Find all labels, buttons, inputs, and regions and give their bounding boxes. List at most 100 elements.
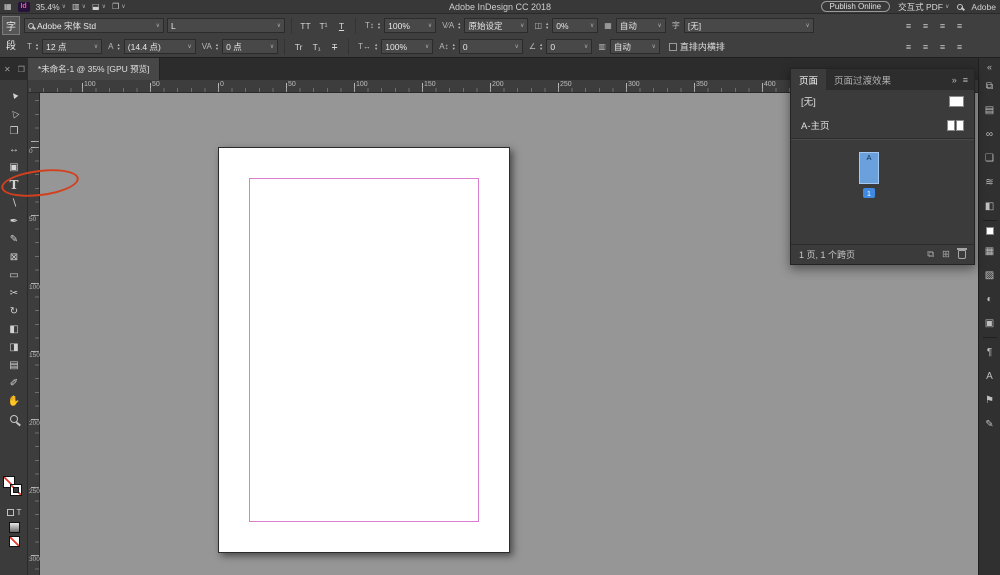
adobe-stock-search[interactable]: Adobe [971, 2, 996, 12]
align-left-icon[interactable]: ≡ [902, 19, 915, 32]
baseline-shift-stepper[interactable]: ▴▾ [453, 43, 455, 51]
justify-icon[interactable]: ≡ [953, 19, 966, 32]
vertical-scale-field[interactable]: 100% ∨ [384, 18, 436, 33]
apply-gradient-icon[interactable] [9, 522, 20, 533]
tab-page-transitions[interactable]: 页面过渡效果 [826, 69, 899, 90]
strikethrough-button[interactable]: T [327, 39, 342, 54]
justify-last-center-icon[interactable]: ≡ [919, 40, 932, 53]
note-tool[interactable]: ▤ [0, 356, 28, 374]
dock-expand-icon[interactable]: « [987, 60, 992, 74]
arrange-documents-dropdown[interactable]: ❐ ∨ [112, 2, 126, 11]
scissors-tool[interactable]: ✂ [0, 284, 28, 302]
content-collector-tool[interactable]: ▣ [0, 158, 28, 176]
superscript-button[interactable]: T¹ [316, 18, 331, 33]
bookmarks-panel-icon[interactable]: ⚑ [979, 388, 1000, 412]
grid-count-field[interactable]: 自动 ∨ [616, 18, 666, 33]
cc-libraries-panel-icon[interactable]: ▤ [979, 98, 1000, 122]
vertical-ruler[interactable]: 0 50 100 150 200 250 300 [28, 93, 40, 575]
page-1-number-badge[interactable]: 1 [863, 188, 875, 198]
rectangle-frame-tool[interactable]: ⊠ [0, 248, 28, 266]
panel-menu-icon[interactable]: ≡ [963, 75, 968, 85]
character-style-select[interactable]: [无] ∨ [684, 18, 814, 33]
align-center-icon[interactable]: ≡ [919, 19, 932, 32]
all-caps-button[interactable]: TT [298, 18, 313, 33]
gradient-panel-icon[interactable]: ▨ [979, 263, 1000, 287]
view-options-dropdown[interactable]: ▥ ∨ [72, 2, 86, 11]
character-formatting-tab[interactable]: 字 [2, 16, 20, 35]
master-row-none[interactable]: [无] [791, 90, 974, 112]
direct-selection-tool[interactable]: △ [0, 104, 28, 122]
gradient-swatch-tool[interactable]: ◧ [0, 320, 28, 338]
font-size-field[interactable]: 12 点 ∨ [42, 39, 102, 54]
tab-pages[interactable]: 页面 [791, 69, 826, 90]
kerning-stepper[interactable]: ▴▾ [458, 22, 460, 30]
pages-panel-icon[interactable]: ⧉ [979, 74, 1000, 98]
hand-tool[interactable]: ✋ [0, 392, 28, 410]
proportional-spacing-field[interactable]: 0% ∨ [552, 18, 598, 33]
kerning-field[interactable]: 原始设定 ∨ [464, 18, 528, 33]
app-grid-icon[interactable]: ▦ [4, 2, 12, 11]
tracking-field[interactable]: 0 点 ∨ [222, 39, 278, 54]
leading-stepper[interactable]: ▴▾ [118, 43, 120, 51]
dock-collapse-icon[interactable]: ❒ [18, 65, 25, 74]
eyedropper-tool[interactable]: ✐ [0, 374, 28, 392]
proportional-spacing-stepper[interactable]: ▴▾ [546, 22, 548, 30]
underline-button[interactable]: T [334, 18, 349, 33]
pen-tool[interactable]: ✒ [0, 212, 28, 230]
new-page-icon[interactable]: ⊞ [942, 249, 950, 260]
zoom-tool[interactable] [0, 410, 28, 428]
horizontal-scale-stepper[interactable]: ▴▾ [375, 43, 377, 51]
publish-online-button[interactable]: Publish Online [821, 1, 891, 12]
horizontal-scale-field[interactable]: 100% ∨ [381, 39, 433, 54]
tracking-stepper[interactable]: ▴▾ [216, 43, 218, 51]
stroke-swatch[interactable] [10, 484, 22, 496]
small-caps-button[interactable]: Tr [291, 39, 306, 54]
document-tab[interactable]: *未命名-1 @ 35% [GPU 预览] [28, 58, 161, 80]
rectangle-tool[interactable]: ▭ [0, 266, 28, 284]
font-family-select[interactable]: Adobe 宋体 Std ∨ [24, 18, 164, 33]
links-panel-icon[interactable]: ∞ [979, 122, 1000, 146]
panel-collapse-icon[interactable]: » [952, 75, 957, 85]
zoom-level-dropdown[interactable]: 35.4% ∨ [36, 2, 67, 12]
search-icon[interactable] [957, 4, 963, 10]
paragraph-styles-panel-icon[interactable]: ¶ [979, 340, 1000, 364]
effects-panel-icon[interactable]: ◐ [979, 287, 1000, 311]
notes-panel-icon[interactable]: ✎ [979, 412, 1000, 436]
object-styles-panel-icon[interactable]: ▣ [979, 311, 1000, 335]
delete-page-icon[interactable] [958, 250, 966, 259]
justify-last-left-icon[interactable]: ≡ [902, 40, 915, 53]
document-page[interactable] [218, 147, 510, 553]
subscript-button[interactable]: T₁ [309, 39, 324, 54]
screen-mode-dropdown[interactable]: ⬓ ∨ [92, 2, 106, 11]
layers-panel-icon[interactable]: ❏ [979, 146, 1000, 170]
color-panel-icon[interactable]: ◧ [979, 194, 1000, 218]
leading-field[interactable]: (14.4 点) ∨ [124, 39, 196, 54]
pages-thumbnails-area[interactable]: A 1 [791, 140, 974, 248]
stroke-panel-icon[interactable]: ≋ [979, 170, 1000, 194]
free-transform-tool[interactable]: ↻ [0, 302, 28, 320]
page-tool[interactable]: ❐ [0, 122, 28, 140]
formatting-affects-text-icon[interactable]: T [17, 508, 22, 517]
font-size-stepper[interactable]: ▴▾ [36, 43, 38, 51]
skew-stepper[interactable]: ▴▾ [540, 43, 542, 51]
pencil-tool[interactable]: ✎ [0, 230, 28, 248]
edit-page-size-icon[interactable]: ⧉ [927, 249, 934, 260]
formatting-affects-container-icon[interactable] [7, 509, 14, 516]
gradient-feather-tool[interactable]: ◨ [0, 338, 28, 356]
master-row-a[interactable]: A-主页 [791, 112, 974, 138]
gap-tool[interactable]: ↔ [0, 140, 28, 158]
line-tool[interactable]: ∖ [0, 194, 28, 212]
baseline-shift-field[interactable]: 0 ∨ [459, 39, 523, 54]
workspace-switcher[interactable]: 交互式 PDF ∨ [898, 1, 949, 13]
grid-jidori-field[interactable]: 自动 ∨ [610, 39, 660, 54]
skew-field[interactable]: 0 ∨ [546, 39, 592, 54]
page-1-thumbnail[interactable]: A [859, 152, 879, 184]
tatechuyoko-checkbox[interactable]: 直排内横排 [669, 40, 725, 53]
type-tool[interactable]: T [0, 176, 28, 194]
paragraph-formatting-tab[interactable]: 段 [2, 35, 20, 54]
swatches-panel-icon[interactable]: ▦ [979, 239, 1000, 263]
vertical-scale-stepper[interactable]: ▴▾ [378, 22, 380, 30]
dock-close-icon[interactable]: ✕ [4, 65, 11, 74]
character-styles-panel-icon[interactable]: A [979, 364, 1000, 388]
font-style-select[interactable]: L ∨ [167, 18, 285, 33]
